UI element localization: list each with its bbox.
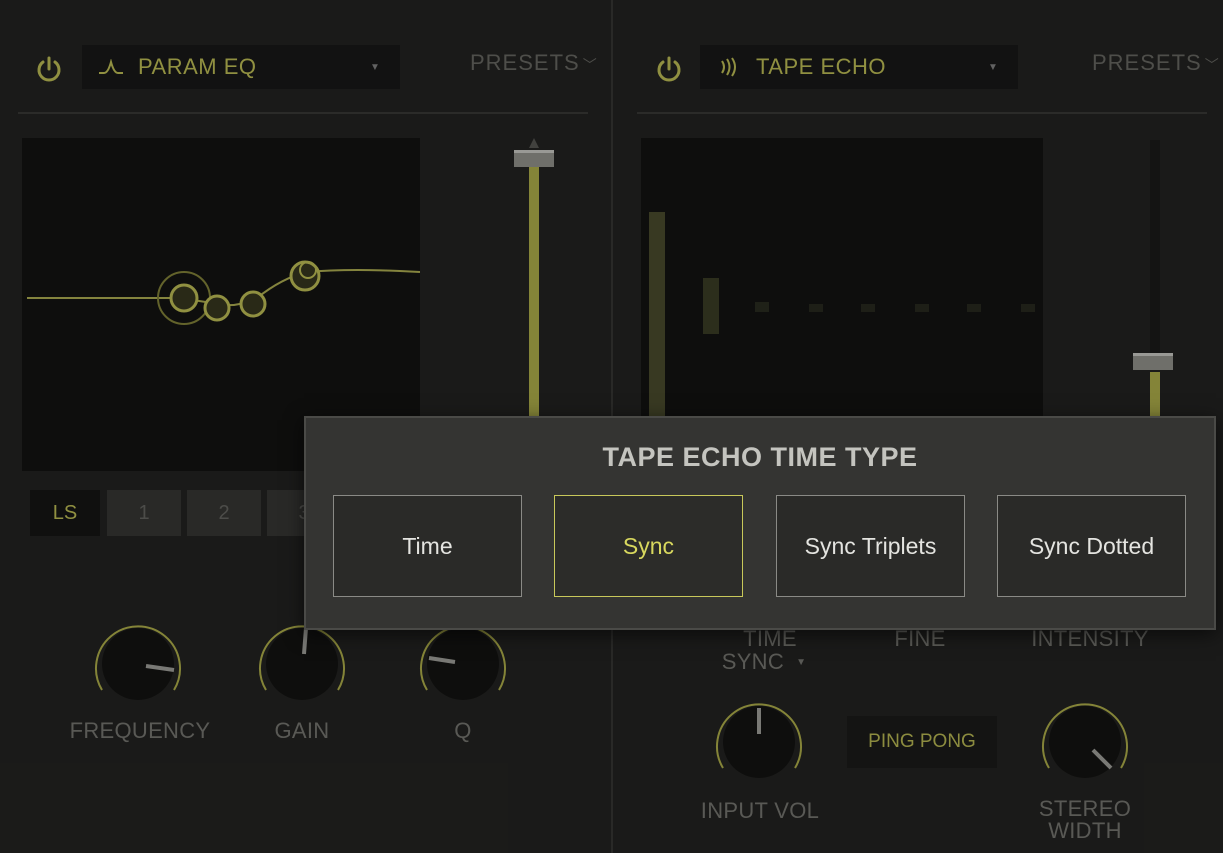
option-label: Sync Triplets: [804, 532, 937, 559]
time-type-dialog: TAPE ECHO TIME TYPE Time Sync Sync Tripl…: [304, 416, 1216, 630]
dialog-title: TAPE ECHO TIME TYPE: [602, 442, 918, 472]
option-label: Sync Dotted: [1028, 532, 1155, 559]
option-sync-dotted[interactable]: Sync Dotted: [997, 495, 1186, 597]
option-sync[interactable]: Sync: [554, 495, 743, 597]
option-time[interactable]: Time: [333, 495, 522, 597]
option-label: Sync: [622, 532, 675, 559]
option-sync-triplets[interactable]: Sync Triplets: [776, 495, 965, 597]
option-label: Time: [402, 532, 453, 559]
